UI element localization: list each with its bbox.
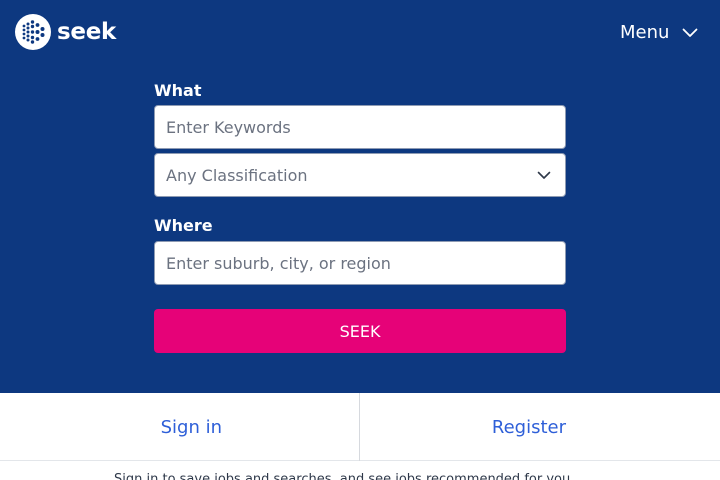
chevron-down-icon [537, 171, 551, 179]
menu-button[interactable]: Menu [620, 20, 698, 46]
seek-logo[interactable]: seek [14, 14, 116, 50]
sign-in-link[interactable]: Sign in [0, 393, 360, 461]
sign-in-label: Sign in [160, 416, 222, 438]
classification-select[interactable]: Any Classification [154, 153, 566, 197]
menu-label: Menu [620, 22, 670, 43]
auth-bar: Sign in Register [0, 393, 720, 461]
keywords-input[interactable] [154, 105, 566, 149]
what-label: What [154, 81, 202, 100]
chevron-down-icon [683, 28, 698, 37]
seek-search-button[interactable]: SEEK [154, 309, 566, 353]
sign-in-prompt: Sign in to save jobs and searches, and s… [114, 472, 571, 480]
register-link[interactable]: Register [360, 393, 720, 461]
where-input[interactable] [154, 241, 566, 285]
logo-wordmark: seek [57, 19, 116, 45]
register-label: Register [491, 416, 566, 438]
seek-dot-logo-icon [15, 14, 51, 50]
classification-value: Any Classification [166, 165, 308, 185]
search-hero: seek Menu What Any Classification Where … [0, 0, 720, 393]
where-label: Where [154, 216, 213, 235]
